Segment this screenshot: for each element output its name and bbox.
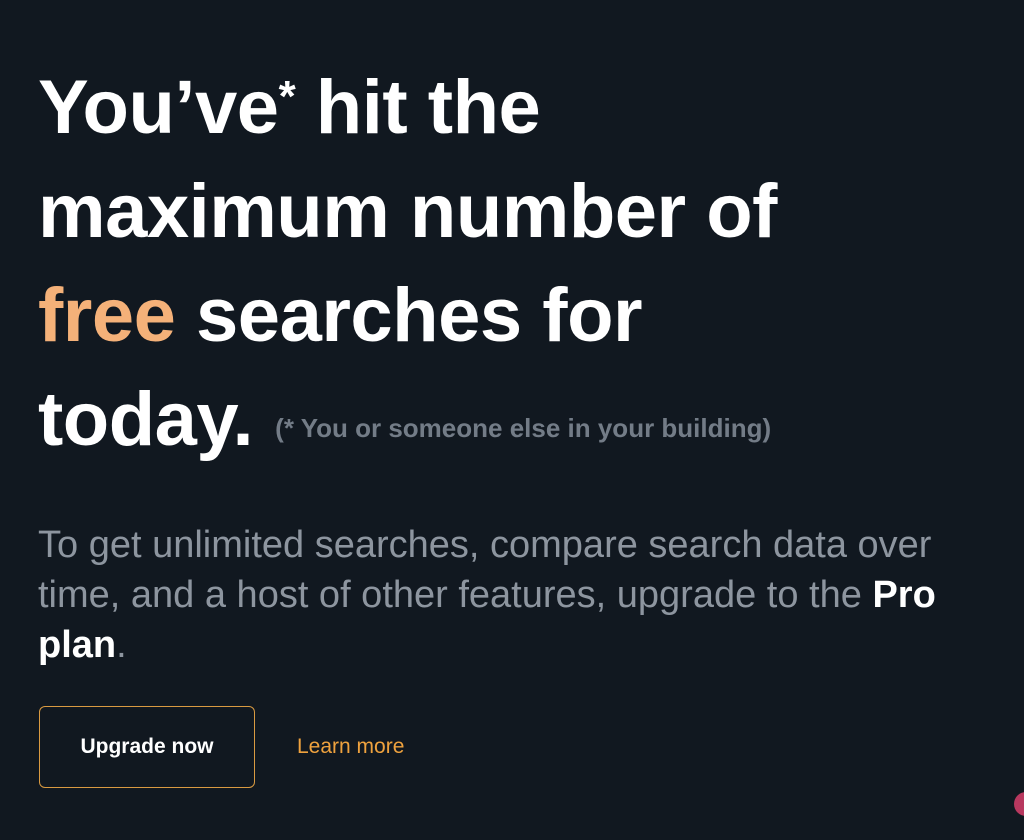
headline-asterisk: * <box>278 72 296 121</box>
upgrade-description: To get unlimited searches, compare searc… <box>38 520 978 670</box>
headline-free-accent: free <box>38 273 176 358</box>
headline-line-4: today. (* You or someone else in your bui… <box>38 368 998 480</box>
headline-today: today. <box>38 377 254 462</box>
headline-searches-for: searches for <box>175 273 643 358</box>
upgrade-description-period: . <box>116 624 127 666</box>
learn-more-link[interactable]: Learn more <box>297 735 404 759</box>
headline-line-3: free searches for <box>38 264 998 368</box>
headline-line-1: You’ve* hit the <box>38 56 998 160</box>
upgrade-now-button[interactable]: Upgrade now <box>39 706 255 788</box>
action-row: Upgrade now Learn more <box>39 706 404 788</box>
headline-hit-the: hit the <box>295 65 541 150</box>
chat-widget-icon[interactable] <box>1014 792 1024 816</box>
headline-line-2: maximum number of <box>38 169 777 254</box>
footnote: (* You or someone else in your building) <box>275 413 772 443</box>
upgrade-description-text: To get unlimited searches, compare searc… <box>38 524 932 616</box>
page-title: You’ve* hit the maximum number of free s… <box>38 56 998 480</box>
headline-youve: You’ve <box>38 65 279 150</box>
limit-reached-panel: You’ve* hit the maximum number of free s… <box>38 56 998 670</box>
